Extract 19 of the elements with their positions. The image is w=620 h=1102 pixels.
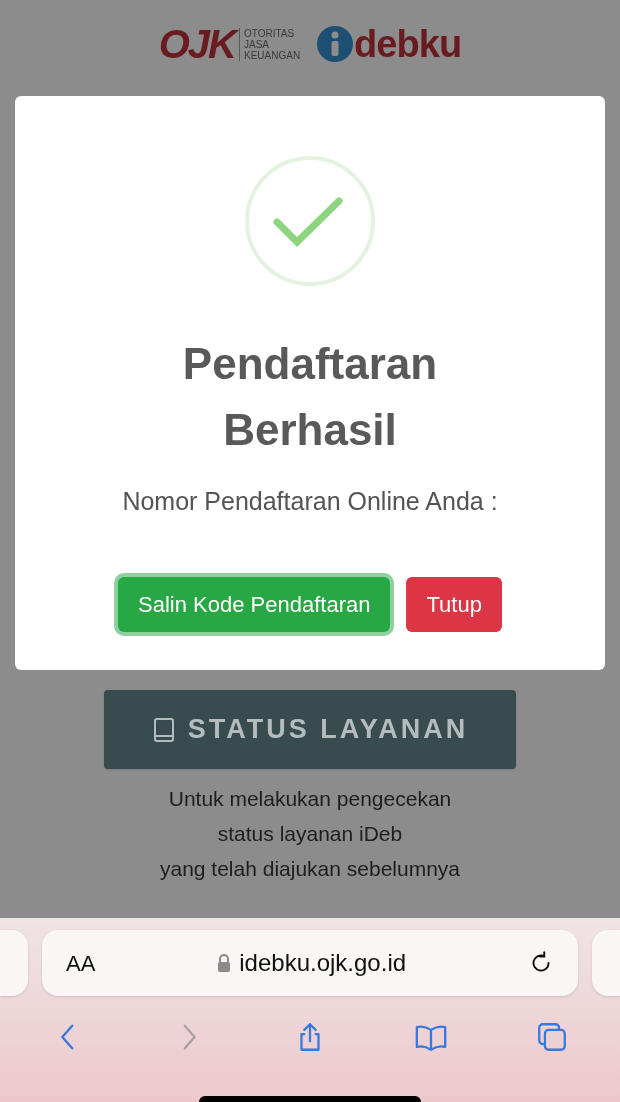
address-bar[interactable]: AA idebku.ojk.go.id <box>42 930 578 996</box>
logo-caption: JASA <box>244 38 270 50</box>
logo-caption: OTORITAS <box>244 27 296 39</box>
description-line: Untuk melakukan pengecekan <box>168 786 452 812</box>
text-size-button[interactable]: AA <box>66 946 96 980</box>
description-line: yang telah diajukan sebelumnya <box>159 856 460 882</box>
modal-title: Berhasil <box>223 404 397 456</box>
description-line: status layanan iDeb <box>217 821 403 847</box>
idebku-logo: debku <box>354 25 462 63</box>
book-icon <box>151 716 176 743</box>
close-button[interactable]: Tutup <box>406 576 502 632</box>
checkmark-icon <box>244 155 376 287</box>
url-text: idebku.ojk.go.id <box>239 948 407 978</box>
info-circle-icon <box>316 25 355 63</box>
logo-caption: KEUANGAN <box>244 49 301 61</box>
status-button[interactable]: STATUS LAYANAN <box>104 690 516 769</box>
lock-icon <box>217 954 232 972</box>
modal-subtitle: Nomor Pendaftaran Online Anda : <box>122 486 498 517</box>
modal-title: Pendaftaran <box>182 338 438 390</box>
